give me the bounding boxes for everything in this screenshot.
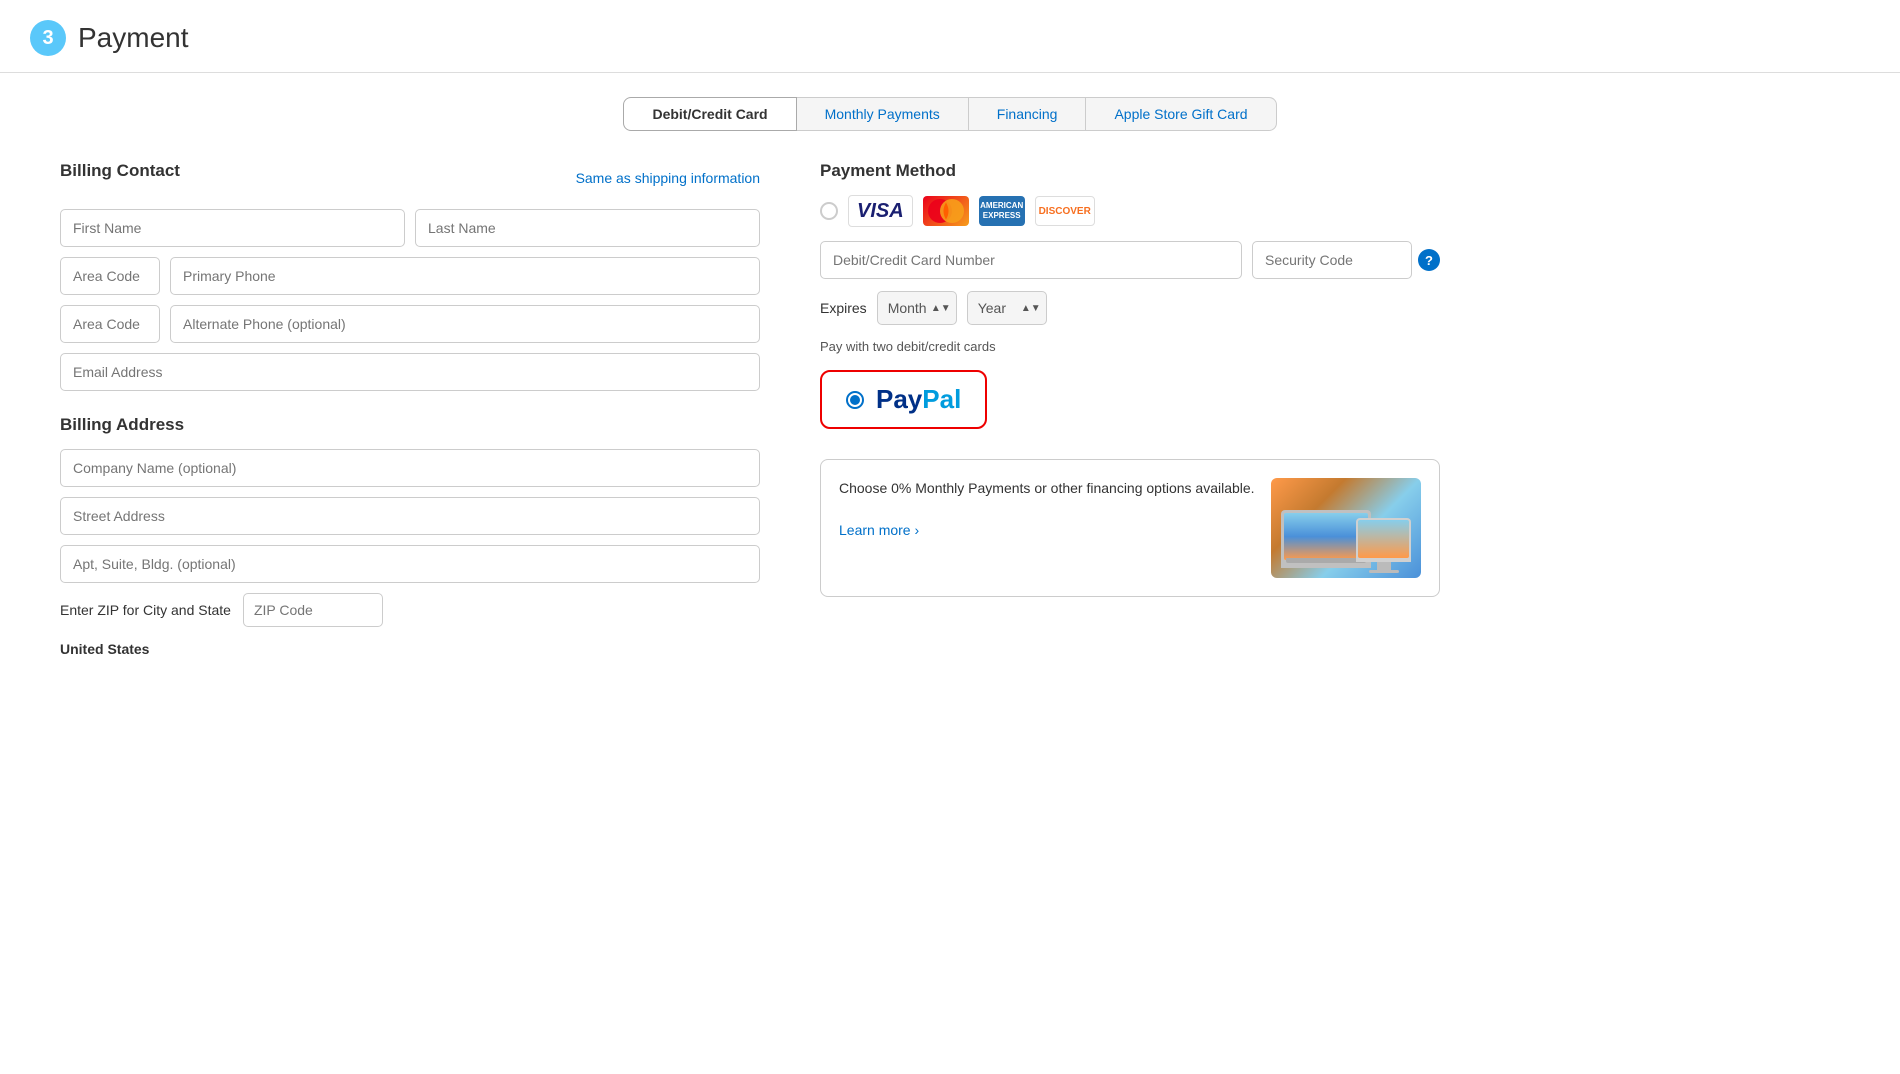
- card-number-row: ?: [820, 241, 1440, 279]
- tab-monthly-payments[interactable]: Monthly Payments: [797, 97, 969, 131]
- first-name-input[interactable]: [60, 209, 405, 247]
- alt-phone-row: [60, 305, 760, 343]
- tab-gift-card[interactable]: Apple Store Gift Card: [1086, 97, 1276, 131]
- promo-image: [1271, 478, 1421, 578]
- promo-box: Choose 0% Monthly Payments or other fina…: [820, 459, 1440, 597]
- imac-illustration: [1356, 518, 1411, 573]
- page-title: Payment: [78, 22, 189, 54]
- zip-label: Enter ZIP for City and State: [60, 602, 231, 618]
- mastercard-logo: [923, 196, 969, 226]
- security-code-input[interactable]: [1252, 241, 1412, 279]
- card-radio[interactable]: [820, 202, 838, 220]
- page-header: 3 Payment: [0, 0, 1900, 73]
- country-text: United States: [60, 641, 760, 657]
- company-row: [60, 449, 760, 487]
- primary-phone-row: [60, 257, 760, 295]
- street-row: [60, 497, 760, 535]
- paypal-box[interactable]: PayPal: [820, 370, 987, 429]
- payment-method-title: Payment Method: [820, 161, 1440, 181]
- promo-description: Choose 0% Monthly Payments or other fina…: [839, 480, 1255, 496]
- name-row: [60, 209, 760, 247]
- month-select-wrap: Month 010203 040506 070809 101112 ▲▼: [877, 291, 957, 325]
- paypal-logo: PayPal: [876, 384, 961, 415]
- zip-row: Enter ZIP for City and State: [60, 593, 760, 627]
- year-select[interactable]: Year 202420252026 2027202820292030: [967, 291, 1047, 325]
- card-number-input[interactable]: [820, 241, 1242, 279]
- area-code-input[interactable]: [60, 257, 160, 295]
- promo-text: Choose 0% Monthly Payments or other fina…: [839, 478, 1255, 541]
- street-input[interactable]: [60, 497, 760, 535]
- security-code-help-icon[interactable]: ?: [1418, 249, 1440, 271]
- paypal-radio-inner: [850, 395, 860, 405]
- two-cards-link[interactable]: Pay with two debit/credit cards: [820, 339, 1440, 354]
- macbook-base: [1286, 558, 1366, 563]
- billing-address-title: Billing Address: [60, 415, 760, 435]
- tabs-container: Debit/Credit Card Monthly Payments Finan…: [0, 73, 1900, 151]
- visa-logo: VISA: [848, 195, 913, 227]
- security-code-wrap: ?: [1252, 241, 1440, 279]
- alt-phone-input[interactable]: [170, 305, 760, 343]
- apt-input[interactable]: [60, 545, 760, 583]
- imac-screen: [1356, 518, 1411, 562]
- billing-address-section: Billing Address Enter ZIP for City and S…: [60, 415, 760, 657]
- expires-row: Expires Month 010203 040506 070809 10111…: [820, 291, 1440, 325]
- zip-input[interactable]: [243, 593, 383, 627]
- area-code2-input[interactable]: [60, 305, 160, 343]
- same-as-shipping-link[interactable]: Same as shipping information: [576, 170, 760, 186]
- tab-financing[interactable]: Financing: [969, 97, 1087, 131]
- billing-contact-header: Billing Contact Same as shipping informa…: [60, 161, 760, 195]
- step-circle: 3: [30, 20, 66, 56]
- discover-logo: DISCOVER: [1035, 196, 1095, 226]
- paypal-radio[interactable]: [846, 391, 864, 409]
- email-row: [60, 353, 760, 391]
- email-input[interactable]: [60, 353, 760, 391]
- apt-row: [60, 545, 760, 583]
- year-select-wrap: Year 202420252026 2027202820292030 ▲▼: [967, 291, 1047, 325]
- imac-screen-inner: [1358, 520, 1409, 558]
- right-panel: Payment Method VISA AMERICANEXPRESS DISC…: [820, 161, 1440, 657]
- amex-logo: AMERICANEXPRESS: [979, 196, 1025, 226]
- billing-contact-title: Billing Contact: [60, 161, 180, 181]
- left-panel: Billing Contact Same as shipping informa…: [60, 161, 760, 657]
- last-name-input[interactable]: [415, 209, 760, 247]
- tab-debit-credit[interactable]: Debit/Credit Card: [623, 97, 796, 131]
- card-logos-row: VISA AMERICANEXPRESS DISCOVER: [820, 195, 1440, 227]
- imac-foot: [1369, 570, 1399, 573]
- learn-more-link[interactable]: Learn more ›: [839, 522, 919, 538]
- primary-phone-input[interactable]: [170, 257, 760, 295]
- imac-stand: [1377, 562, 1391, 570]
- month-select[interactable]: Month 010203 040506 070809 101112: [877, 291, 957, 325]
- company-input[interactable]: [60, 449, 760, 487]
- main-content: Billing Contact Same as shipping informa…: [0, 151, 1900, 697]
- expires-label: Expires: [820, 300, 867, 316]
